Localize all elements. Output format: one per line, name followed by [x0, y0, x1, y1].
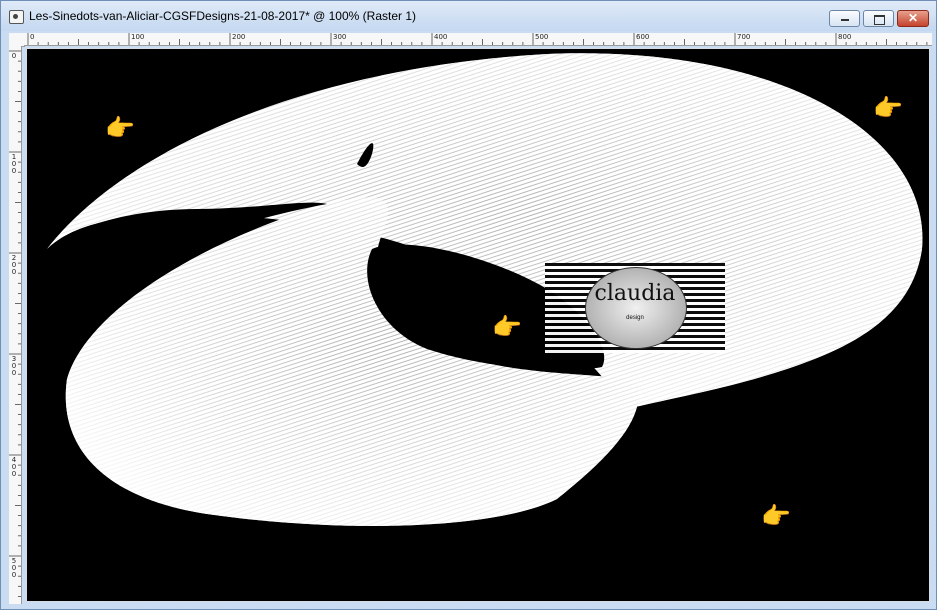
- vertical-ruler: 0 1 0 0 2 0 0 3 0 0 4 0 0 5 0 0: [9, 46, 22, 604]
- pointing-hand-icon: 👉: [873, 95, 903, 122]
- ruler-label: 4 0 0: [11, 456, 17, 478]
- close-icon: ✕: [907, 11, 919, 25]
- window-title: Les-Sinedots-van-Aliciar-CGSFDesigns-21-…: [29, 9, 417, 23]
- pointing-hand-icon: 👉: [105, 115, 135, 142]
- pointing-hand-icon: 👉: [492, 314, 522, 341]
- ruler-label: 300: [333, 33, 347, 41]
- watermark-text: claudia: [594, 281, 676, 306]
- ruler-label: 800: [838, 33, 852, 41]
- minimize-button[interactable]: [829, 10, 860, 27]
- watermark-circle: [585, 267, 687, 349]
- ruler-corner: [9, 33, 25, 47]
- ruler-label: 200: [232, 33, 246, 41]
- watermark-subtext: design: [626, 315, 644, 321]
- ruler-label: 100: [131, 33, 145, 41]
- ruler-label: 3 0 0: [11, 355, 17, 377]
- ruler-label: 1 0 0: [11, 153, 17, 175]
- ruler-label: 400: [434, 33, 448, 41]
- watermark: claudia design: [545, 263, 725, 353]
- ruler-label: 0: [30, 33, 35, 41]
- close-button[interactable]: ✕: [897, 10, 929, 27]
- image-canvas[interactable]: 👉 👉 👉 👉 claudia design: [26, 48, 930, 602]
- minimize-icon: [841, 19, 849, 21]
- sinedots-shape: [47, 53, 923, 526]
- ruler-label: 600: [636, 33, 650, 41]
- ruler-label: 500: [535, 33, 549, 41]
- vertical-ruler-ticks: [9, 50, 21, 597]
- horizontal-ruler: 0 100 200 300 400 500 600 700 800: [24, 33, 932, 46]
- maximize-button[interactable]: [863, 10, 894, 27]
- ruler-label: 2 0 0: [11, 254, 17, 276]
- title-bar[interactable]: Les-Sinedots-van-Aliciar-CGSFDesigns-21-…: [1, 1, 936, 31]
- ruler-label: 5 0 0: [11, 557, 17, 579]
- image-window: Les-Sinedots-van-Aliciar-CGSFDesigns-21-…: [0, 0, 937, 610]
- maximize-icon: [874, 15, 885, 25]
- ruler-label: 0: [11, 52, 17, 60]
- document-icon[interactable]: [9, 10, 24, 24]
- horizontal-ruler-ticks: [27, 33, 928, 45]
- pointing-hand-icon: 👉: [761, 503, 791, 530]
- ruler-label: 700: [737, 33, 751, 41]
